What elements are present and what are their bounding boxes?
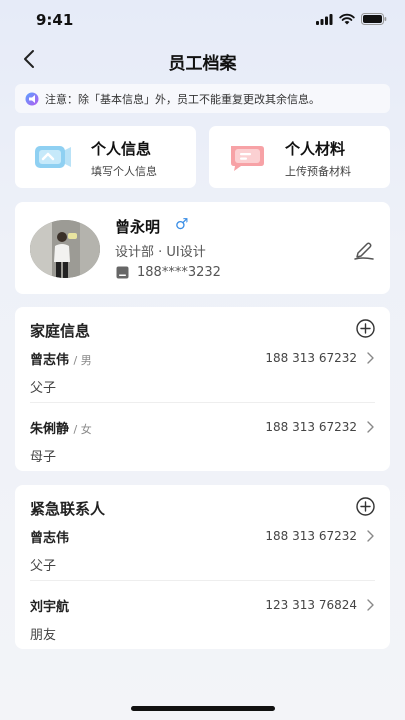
member-gender: / 男	[73, 354, 92, 367]
divider	[30, 580, 375, 581]
divider	[30, 402, 375, 403]
wifi-icon	[339, 13, 355, 25]
notice-icon	[25, 92, 39, 105]
emergency-contact-title: 紧急联系人	[30, 500, 106, 518]
emergency-contact-row[interactable]: 曾志伟 188 313 67232 父子	[30, 522, 375, 586]
page-title: 员工档案	[168, 54, 237, 74]
status-time: 9:41	[36, 11, 74, 29]
avatar	[30, 220, 100, 278]
member-relation: 父子	[30, 381, 57, 396]
phone-icon	[116, 266, 129, 279]
contact-relation: 父子	[30, 559, 57, 574]
contact-name: 曾志伟	[30, 531, 70, 546]
employee-name: 曾永明	[115, 218, 161, 236]
document-icon	[231, 146, 264, 171]
member-gender: / 女	[73, 423, 92, 436]
chevron-right-icon	[367, 421, 374, 433]
member-name: 朱俐静 / 女	[30, 422, 92, 437]
personal-material-title: 个人材料	[285, 140, 346, 158]
member-phone: 188 313 67232	[265, 420, 357, 434]
member-phone: 188 313 67232	[265, 351, 357, 365]
contact-phone: 123 313 76824	[265, 598, 357, 612]
family-info-title: 家庭信息	[30, 322, 91, 340]
contact-name: 刘宇航	[30, 600, 70, 615]
personal-material-card[interactable]: 个人材料 上传预备材料	[209, 126, 390, 188]
add-family-button[interactable]	[356, 319, 375, 338]
member-relation: 母子	[30, 450, 57, 465]
personal-info-title: 个人信息	[91, 140, 152, 158]
notice-text: 注意：除「基本信息」外，员工不能重复更改其余信息。	[45, 92, 320, 106]
profile-card: 曾永明 ♂ 设计部 · UI设计 188****3232	[15, 202, 390, 294]
status-icons	[316, 13, 387, 25]
nav-bar: 员工档案	[0, 40, 405, 80]
male-icon: ♂	[175, 215, 189, 233]
emergency-contact-section: 紧急联系人 曾志伟 188 313 67232 父子 刘宇航 123 313 7…	[15, 485, 390, 649]
personal-material-subtitle: 上传预备材料	[285, 165, 351, 178]
avatar-photo	[30, 220, 100, 278]
contact-phone: 188 313 67232	[265, 529, 357, 543]
emergency-contact-row[interactable]: 刘宇航 123 313 76824 朋友	[30, 591, 375, 655]
chevron-right-icon	[367, 530, 374, 542]
contact-relation: 朋友	[30, 628, 57, 643]
family-info-section: 家庭信息 曾志伟 / 男 188 313 67232 父子 朱俐静 / 女 18…	[15, 307, 390, 471]
family-member-row[interactable]: 曾志伟 / 男 188 313 67232 父子	[30, 344, 375, 408]
notice-banner: 注意：除「基本信息」外，员工不能重复更改其余信息。	[15, 84, 390, 113]
battery-icon	[361, 13, 387, 25]
edit-pen-icon[interactable]	[352, 240, 376, 260]
chevron-right-icon	[367, 599, 374, 611]
chevron-right-icon	[367, 352, 374, 364]
family-member-row[interactable]: 朱俐静 / 女 188 313 67232 母子	[30, 413, 375, 477]
personal-info-card[interactable]: 个人信息 填写个人信息	[15, 126, 196, 188]
employee-phone: 188****3232	[137, 265, 221, 280]
signal-icon	[316, 13, 333, 25]
status-bar: 9:41	[0, 0, 405, 40]
personal-info-subtitle: 填写个人信息	[91, 165, 157, 178]
id-card-icon	[35, 146, 71, 168]
add-emergency-contact-button[interactable]	[356, 497, 375, 516]
home-indicator	[131, 706, 275, 711]
member-name: 曾志伟 / 男	[30, 353, 92, 368]
employee-department: 设计部 · UI设计	[115, 245, 206, 260]
